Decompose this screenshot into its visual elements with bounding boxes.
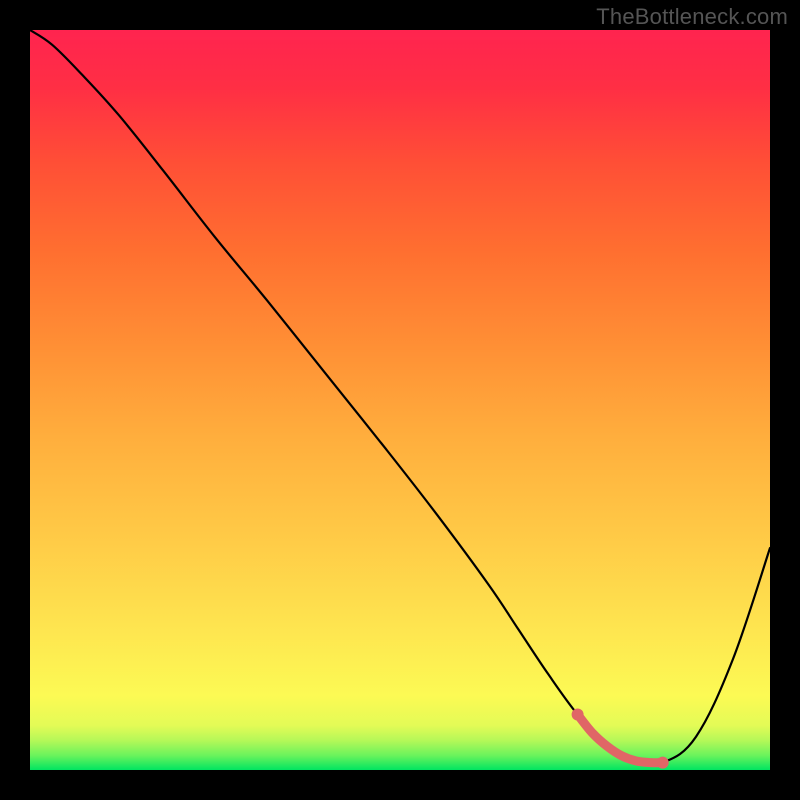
bottleneck-curve [30,30,770,765]
optimal-range-curve [578,715,663,763]
optimal-range-end-dot [657,757,669,769]
chart-container: TheBottleneck.com [0,0,800,800]
watermark-text: TheBottleneck.com [596,4,788,30]
plot-area [30,30,770,770]
curve-layer [30,30,770,770]
optimal-range-start-dot [572,709,584,721]
